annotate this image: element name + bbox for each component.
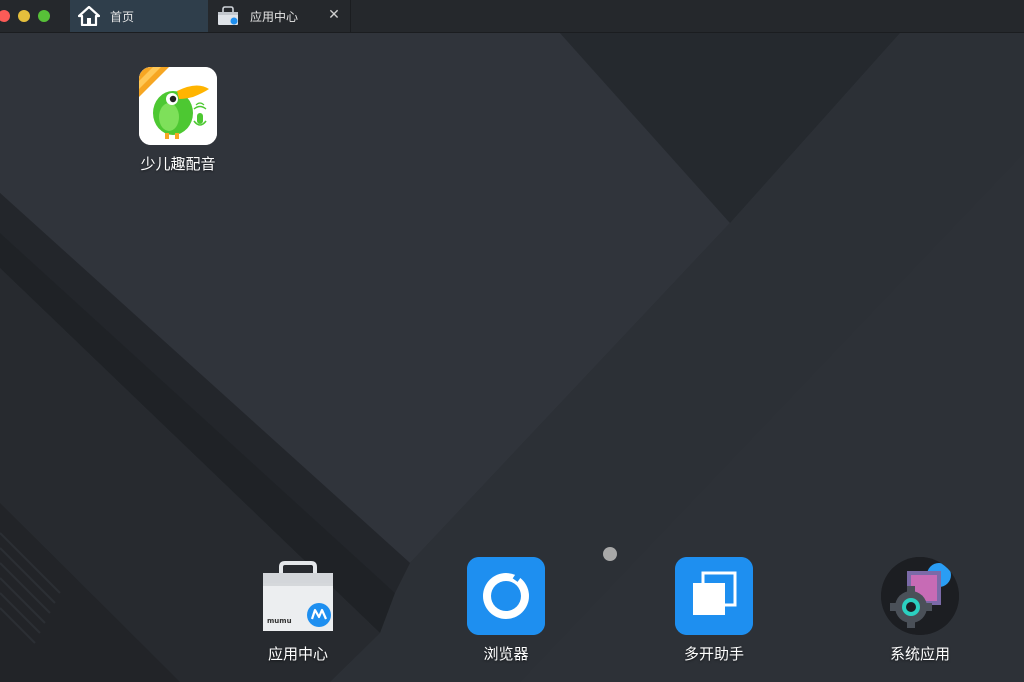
home-icon [78, 6, 100, 26]
parrot-app-icon [139, 67, 217, 145]
tab-home[interactable]: 首页 [70, 0, 208, 32]
multi-instance-icon [675, 557, 753, 635]
dock-label: 多开助手 [683, 645, 744, 663]
browser-icon [467, 557, 545, 635]
dock-label: 浏览器 [483, 645, 529, 663]
page-indicator-dot[interactable] [603, 547, 617, 561]
desktop: 少儿趣配音 mumu 应用中心 浏览器 多开助手 系统应用 [0, 33, 1024, 682]
dock-item-browser[interactable]: 浏览器 [451, 557, 561, 664]
dock-item-system-apps[interactable]: 系统应用 [865, 557, 975, 664]
title-bar: 首页 应用中心 ✕ [0, 0, 1024, 33]
dock-item-multi-instance[interactable]: 多开助手 [659, 557, 769, 664]
app-label: 少儿趣配音 [140, 155, 216, 173]
app-shaoer-peiyin[interactable]: 少儿趣配音 [123, 67, 233, 174]
dock-label: 系统应用 [889, 645, 950, 663]
close-tab-button[interactable]: ✕ [326, 7, 342, 23]
dock-item-app-center[interactable]: mumu 应用中心 [243, 557, 353, 664]
app-center-bag-icon: mumu [259, 557, 337, 635]
close-window-button[interactable] [0, 10, 10, 22]
system-apps-icon [881, 557, 959, 635]
svg-text:mumu: mumu [267, 617, 292, 625]
app-store-icon [216, 6, 240, 26]
tab-label: 首页 [110, 9, 135, 24]
tab-label: 应用中心 [250, 9, 299, 24]
maximize-window-button[interactable] [38, 10, 50, 22]
minimize-window-button[interactable] [18, 10, 30, 22]
dock-label: 应用中心 [267, 645, 328, 663]
tab-app-center[interactable]: 应用中心 ✕ [208, 0, 351, 32]
